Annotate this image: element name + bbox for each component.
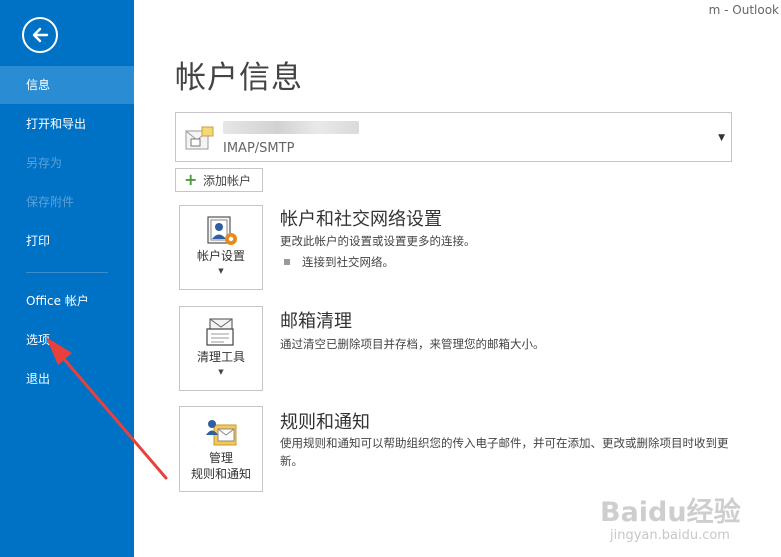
baidu-watermark: Baidu经验 jingyan.baidu.com <box>600 490 776 552</box>
watermark-url: jingyan.baidu.com <box>610 528 730 543</box>
annotation-arrow <box>46 337 168 480</box>
watermark-logo: Baidu经验 <box>600 497 741 528</box>
